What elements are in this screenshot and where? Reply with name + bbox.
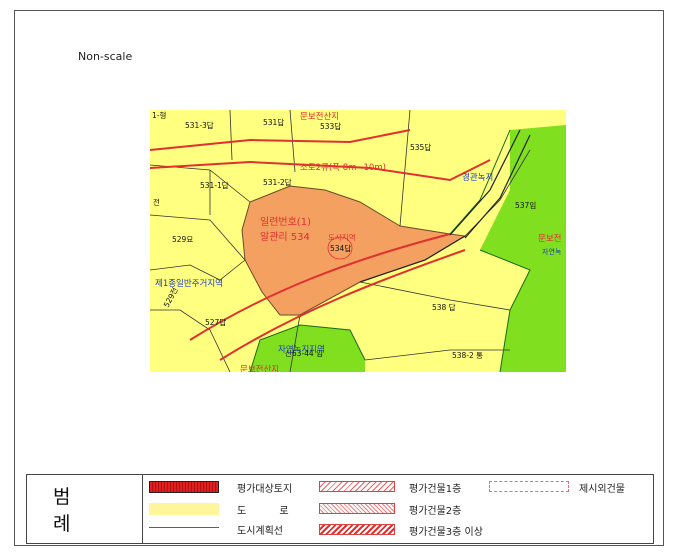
- parcel-label: 전: [153, 197, 160, 207]
- road-label: 소로2류(폭 8m~10m): [300, 163, 386, 173]
- subject-parcel-label: 534답: [330, 243, 351, 253]
- legend-urban-plan-line: 도시계획선: [237, 526, 283, 537]
- map-canvas: 1-형 531-3답 531답 535답 531-1답 531-2답 537임 …: [150, 110, 566, 372]
- parcel-label: 531답: [263, 117, 284, 127]
- zone-label: 자연녹지지역: [278, 344, 325, 355]
- zone-label: 제1종일반주거지역: [155, 278, 223, 289]
- urban-plan-line-swatch: [149, 527, 219, 528]
- parcel-label: 531-1답: [200, 180, 229, 190]
- zone-label: 문보전산지: [300, 111, 339, 122]
- legend-excluded-building: 제시외건물: [579, 484, 625, 495]
- scale-note: Non-scale: [78, 50, 133, 63]
- parcel-label: 531-2답: [263, 177, 292, 187]
- zone-label: 경관녹지: [462, 172, 493, 183]
- parcel-label: 535답: [410, 142, 431, 152]
- cadastral-map: 1-형 531-3답 531답 535답 531-1답 531-2답 537임 …: [150, 110, 566, 372]
- road-swatch: [149, 503, 219, 515]
- zone-label: 자연녹: [542, 247, 562, 256]
- excluded-building-swatch: [489, 481, 569, 492]
- legend-building-3f: 평가건물3층 이상: [409, 527, 483, 538]
- parcel-label: 537임: [515, 201, 536, 210]
- legend: 범 례 평가대상토지 평가건물1층 제시외건물 도 로 평가건물2층 도시계획선…: [26, 474, 654, 544]
- legend-title: 범 례: [27, 475, 143, 543]
- building-2f-swatch: [319, 503, 395, 514]
- zone-label: 533답: [320, 121, 341, 131]
- legend-road: 도 로: [237, 506, 289, 517]
- subject-address: 알관리 534: [260, 231, 310, 243]
- legend-building-2f: 평가건물2층: [409, 506, 462, 517]
- legend-subject-land: 평가대상토지: [237, 484, 293, 495]
- building-3f-swatch: [319, 524, 395, 535]
- subject-land-swatch: [149, 481, 219, 493]
- subject-serial: 일련번호(1): [260, 216, 311, 228]
- zone-label: 문보전: [538, 233, 561, 244]
- parcel-label: 538-2 통: [452, 351, 483, 360]
- parcel-label: 527답: [205, 317, 226, 327]
- parcel-label: 529묘: [172, 235, 193, 244]
- building-1f-swatch: [319, 481, 395, 492]
- zone-label: 문보전산지: [240, 364, 279, 372]
- legend-building-1f: 평가건물1층: [409, 484, 462, 495]
- parcel-label: 531-3답: [185, 120, 214, 130]
- parcel-label: 1-형: [152, 111, 166, 120]
- parcel-label: 538 답: [432, 302, 456, 312]
